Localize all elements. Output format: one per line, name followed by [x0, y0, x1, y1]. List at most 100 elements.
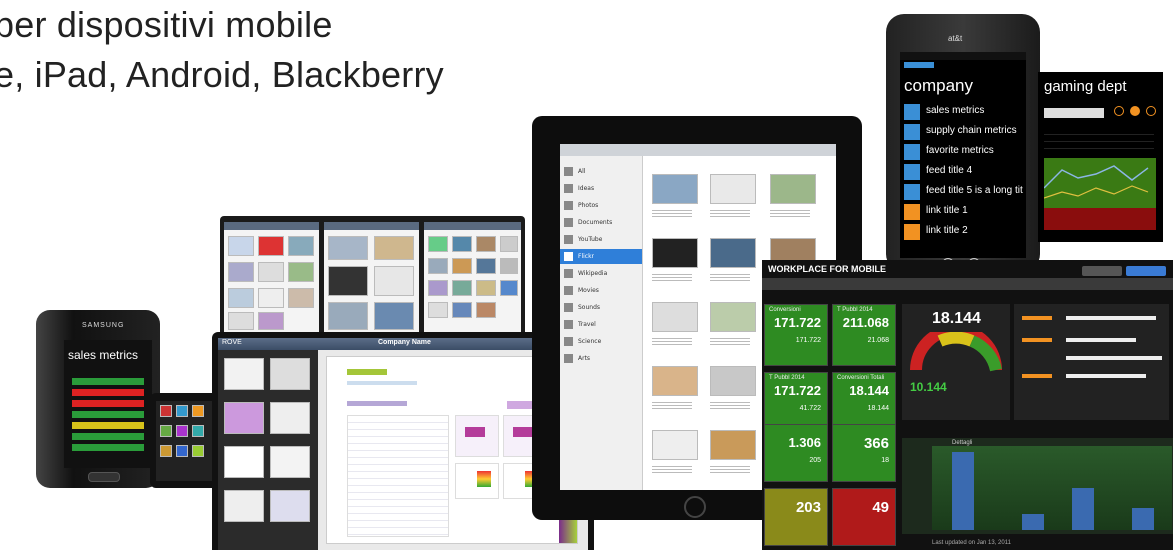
metric-bar[interactable]	[72, 422, 144, 429]
wp-list-item[interactable]: feed title 5 is a long tit	[926, 185, 1023, 196]
ipad-sidebar-item[interactable]: Documents	[560, 215, 642, 230]
content-thumbnail[interactable]	[710, 238, 756, 268]
kpi-tile[interactable]: 49	[832, 488, 896, 546]
app-icon[interactable]	[160, 445, 172, 457]
small-screen-1	[224, 222, 319, 334]
metric-bar[interactable]	[72, 444, 144, 451]
chart-bar	[952, 452, 974, 530]
app-icon[interactable]	[176, 445, 188, 457]
app-icon[interactable]	[192, 445, 204, 457]
content-thumbnail[interactable]	[710, 366, 756, 396]
metric-bar[interactable]	[72, 433, 144, 440]
page-thumbnail[interactable]	[224, 402, 264, 434]
sidebar-label: Flickr	[578, 253, 595, 260]
content-thumbnail[interactable]	[652, 302, 698, 332]
ipad-sidebar-item[interactable]: Science	[560, 334, 642, 349]
ipad-sidebar-item[interactable]: Sounds	[560, 300, 642, 315]
thumbnail-caption	[652, 272, 692, 282]
headline-line-1: per dispositivi mobile	[0, 4, 333, 45]
metric-bar[interactable]	[72, 389, 144, 396]
wp-list-item[interactable]: sales metrics	[926, 105, 984, 116]
gaming-action-icon[interactable]	[1130, 106, 1140, 116]
wp-list-item[interactable]: link title 1	[926, 205, 968, 216]
content-thumbnail[interactable]	[652, 366, 698, 396]
app-icon[interactable]	[192, 405, 204, 417]
ipad-sidebar-item[interactable]: Arts	[560, 351, 642, 366]
category-icon	[564, 320, 573, 329]
app-icon[interactable]	[160, 405, 172, 417]
windows-phone: at&t company sales metrics supply chain m…	[886, 14, 1040, 272]
page-thumbnail[interactable]	[224, 446, 264, 478]
kpi-tile[interactable]: 203	[764, 488, 828, 546]
dashboard-brand: WORKPLACE FOR MOBILE	[768, 264, 886, 274]
nav-button[interactable]	[1126, 266, 1166, 276]
page-thumbnail[interactable]	[224, 490, 264, 522]
ipad-sidebar-item[interactable]: Photos	[560, 198, 642, 213]
gauge-panel: 18.144 10.144	[902, 304, 1010, 420]
sidebar-label: Arts	[578, 355, 591, 362]
content-thumbnail[interactable]	[652, 174, 698, 204]
nav-button[interactable]	[1082, 266, 1122, 276]
chart-bar	[1022, 514, 1044, 530]
bar-chart-panel: Dettagli	[902, 438, 1173, 534]
content-thumbnail[interactable]	[710, 430, 756, 460]
ipad-sidebar-item[interactable]: Travel	[560, 317, 642, 332]
kpi-tile[interactable]: 1.306 205	[764, 424, 828, 482]
app-icon[interactable]	[176, 405, 188, 417]
page-thumbnail[interactable]	[270, 358, 310, 390]
screen-title: sales metrics	[68, 348, 139, 362]
ipad-sidebar-item[interactable]: Wikipedia	[560, 266, 642, 281]
metric-bar[interactable]	[72, 400, 144, 407]
ipad-sidebar-item[interactable]: Ideas	[560, 181, 642, 196]
sidebar-label: YouTube	[578, 236, 603, 243]
tile-icon	[904, 104, 920, 120]
app-icon[interactable]	[176, 425, 188, 437]
content-thumbnail[interactable]	[770, 174, 816, 204]
category-icon	[564, 252, 573, 261]
kpi-value: 1.306	[788, 435, 821, 450]
kpi-sub-value: 205	[809, 457, 821, 464]
ipad-sidebar-item[interactable]: Movies	[560, 283, 642, 298]
kpi-tile[interactable]: 366 18	[832, 424, 896, 482]
page-thumbnail[interactable]	[270, 402, 310, 434]
content-thumbnail[interactable]	[710, 174, 756, 204]
kpi-sub-value: 171.722	[795, 337, 821, 344]
panorama-title: company	[904, 76, 973, 95]
ipad-sidebar-item[interactable]: YouTube	[560, 232, 642, 247]
chart-bar	[1072, 488, 1094, 530]
app-icon[interactable]	[192, 425, 204, 437]
wp-screen: company sales metrics supply chain metric…	[900, 52, 1026, 258]
metric-bar[interactable]	[72, 411, 144, 418]
app-icon[interactable]	[160, 425, 172, 437]
content-thumbnail[interactable]	[652, 238, 698, 268]
page-thumbnail[interactable]	[224, 358, 264, 390]
category-icon	[564, 218, 573, 227]
android-screen	[156, 401, 214, 481]
kpi-tile[interactable]: Conversioni 171.722 171.722	[764, 304, 828, 366]
kpi-tile[interactable]: T Pubbl 2014 211.068 21.068	[832, 304, 896, 366]
content-thumbnail[interactable]	[652, 430, 698, 460]
ipad-sidebar-item[interactable]: All	[560, 164, 642, 179]
home-button[interactable]	[88, 472, 120, 482]
gaming-dropdown[interactable]	[1044, 108, 1104, 118]
content-thumbnail[interactable]	[710, 302, 756, 332]
ipad-sidebar-item[interactable]: Flickr	[560, 249, 642, 264]
kpi-value: 211.068	[842, 315, 889, 330]
ipad-home-button[interactable]	[684, 496, 706, 518]
category-icon	[564, 269, 573, 278]
wp-list-item[interactable]: feed title 4	[926, 165, 972, 176]
category-icon	[564, 354, 573, 363]
metric-bar[interactable]	[72, 378, 144, 385]
kpi-sub-value: 21.068	[867, 337, 889, 344]
gaming-info-icon[interactable]	[1146, 106, 1156, 116]
wp-list-item[interactable]: link title 2	[926, 225, 968, 236]
gaming-action-icon[interactable]	[1114, 106, 1124, 116]
wp-list-item[interactable]: supply chain metrics	[926, 125, 1017, 136]
kpi-sub-value: 41.722	[799, 405, 821, 412]
category-icon	[564, 303, 573, 312]
page-thumbnail[interactable]	[270, 446, 310, 478]
thumbnail-caption	[652, 464, 692, 474]
page-thumbnail[interactable]	[270, 490, 310, 522]
wp-list-item[interactable]: favorite metrics	[926, 145, 994, 156]
tile-icon	[904, 184, 920, 200]
